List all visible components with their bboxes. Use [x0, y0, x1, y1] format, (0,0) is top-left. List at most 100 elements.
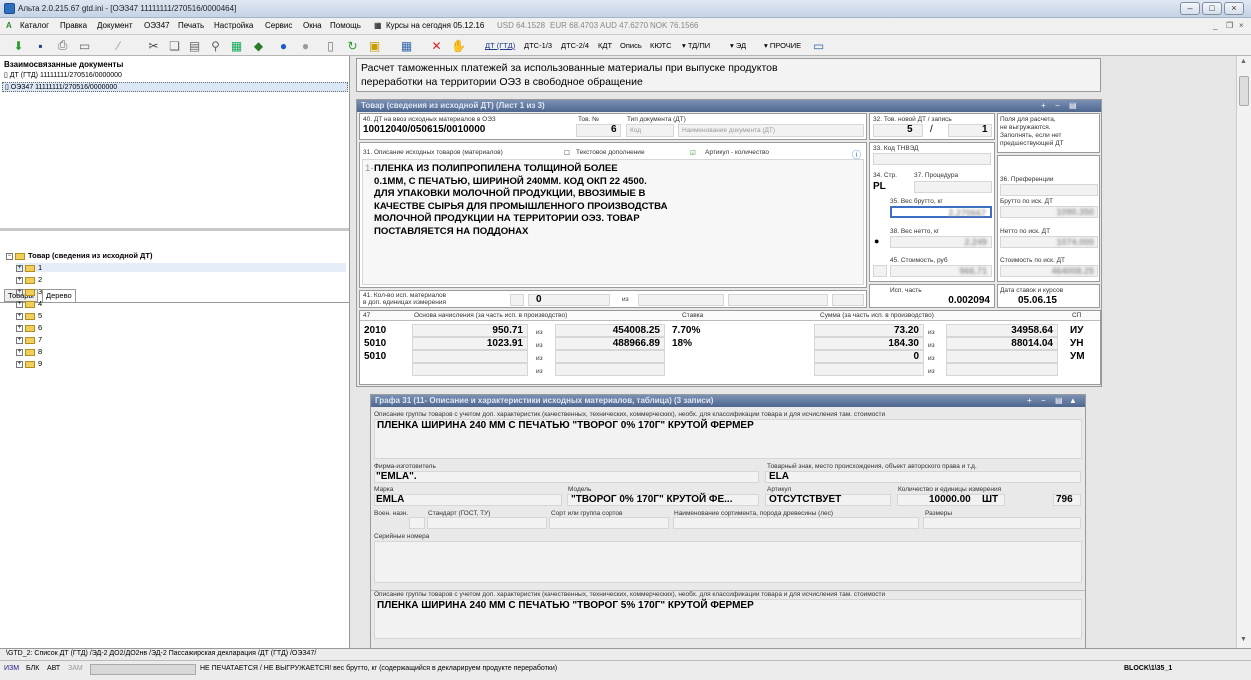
mdi-close-icon[interactable]: × [1239, 21, 1244, 30]
tree-item[interactable]: +8 [16, 347, 42, 356]
tnved-field[interactable] [873, 153, 991, 165]
tree-item[interactable]: +7 [16, 335, 42, 344]
close-button[interactable]: × [1224, 2, 1244, 15]
document-tabs[interactable]: \GTD_2: Список ДТ (ГТД) /ЭД-2 ДО2/ДО2нв … [0, 648, 1251, 660]
serial-field[interactable] [374, 541, 1082, 583]
mdi-min-icon[interactable]: _ [1213, 21, 1217, 30]
t47-rate[interactable]: 7.70% [672, 325, 700, 336]
collapse-icon[interactable]: − [6, 252, 13, 260]
dt-number[interactable]: 10012040/050615/0010000 [363, 124, 485, 135]
save-icon[interactable]: ▪ [32, 37, 49, 54]
book-icon[interactable]: ◆ [250, 37, 267, 54]
related-doc-item[interactable]: ▯ ДТ (ГТД) 11111111/270516/0000000 [4, 71, 122, 79]
radio-dot-icon[interactable]: ● [874, 236, 879, 246]
menu-oez47[interactable]: ОЭЗ47 [144, 21, 170, 30]
doc-type-code[interactable]: Код [626, 124, 674, 137]
scroll-down-icon[interactable]: ▼ [1240, 636, 1247, 643]
btn-dts13[interactable]: ДТС-1/3 [524, 41, 552, 50]
btn-dt-gtd[interactable]: ДТ (ГТД) [485, 41, 515, 50]
tab-tree[interactable]: Дерево [42, 289, 76, 302]
check-icon[interactable]: ☑ [690, 149, 696, 157]
tree-item[interactable]: +6 [16, 323, 42, 332]
menu-windows[interactable]: Окна [303, 21, 322, 30]
tree-root[interactable]: − Товар (сведения из исходной ДТ) [6, 251, 152, 260]
tree-item[interactable]: +3 [16, 287, 42, 296]
hand-icon[interactable]: ✋ [450, 37, 467, 54]
btn-opis[interactable]: Опись [620, 41, 642, 50]
expand-icon[interactable]: + [16, 348, 23, 356]
menu-print[interactable]: Печать [178, 21, 204, 30]
menu-edit[interactable]: Правка [60, 21, 87, 30]
add-record-icon[interactable]: + [1027, 396, 1032, 405]
table-icon[interactable]: ▦ [228, 37, 245, 54]
expand-icon[interactable]: + [16, 312, 23, 320]
expand-icon[interactable]: + [16, 276, 23, 284]
vertical-scrollbar[interactable]: ▲ ▼ [1236, 56, 1251, 648]
tree-item[interactable]: +2 [16, 275, 42, 284]
preferences-field[interactable] [1000, 184, 1098, 196]
expand-icon[interactable]: + [16, 264, 23, 272]
net-weight-field[interactable]: 2.249 [890, 236, 992, 248]
sort-field[interactable] [549, 517, 669, 529]
isp-part-value[interactable]: 0.002094 [948, 295, 990, 306]
tree-item[interactable]: +5 [16, 311, 42, 320]
wand-icon[interactable]: ⁄ [110, 37, 127, 54]
window-icon[interactable]: ▭ [810, 37, 827, 54]
trademark-field[interactable] [765, 471, 1081, 483]
t47-code[interactable]: 2010 [364, 325, 386, 336]
maker-field[interactable] [374, 471, 759, 483]
expand-icon[interactable]: + [16, 360, 23, 368]
rates-label[interactable]: Курсы на сегодня 05.12.16 [386, 21, 484, 30]
gross-weight-input[interactable]: 2.270667 [890, 206, 992, 218]
menu-service[interactable]: Сервис [265, 21, 292, 30]
new-doc-icon[interactable]: ▯ [322, 37, 339, 54]
expand-icon[interactable]: + [16, 324, 23, 332]
text-add-icon[interactable]: ☐ [564, 149, 570, 157]
cut-icon[interactable]: ✂ [145, 37, 162, 54]
collapse-up-icon[interactable]: ▲ [1069, 396, 1077, 405]
btn-prochie[interactable]: ▾ ПРОЧИЕ [764, 41, 801, 50]
remove-record-icon[interactable]: − [1041, 396, 1046, 405]
military-field[interactable] [409, 517, 425, 529]
expand-icon[interactable]: + [16, 300, 23, 308]
btn-kyuts[interactable]: КЮТС [650, 41, 672, 50]
btn-td-pi[interactable]: ▾ ТД/ПИ [682, 41, 710, 50]
form-icon[interactable]: ▣ [366, 37, 383, 54]
paste-icon[interactable]: ▤ [186, 37, 203, 54]
scroll-thumb[interactable] [1239, 76, 1249, 106]
menu-document[interactable]: Документ [97, 21, 133, 30]
fax-icon[interactable]: ▭ [76, 37, 93, 54]
doc-type-name[interactable]: Наименование документа (ДТ) [678, 124, 864, 137]
menu-settings[interactable]: Настройка [214, 21, 253, 30]
menu-catalog[interactable]: Каталог [20, 21, 49, 30]
cost-field[interactable]: 966.71 [890, 265, 992, 277]
country-value[interactable]: PL [873, 181, 886, 192]
table-view-icon[interactable]: ▤ [1055, 396, 1063, 405]
related-doc-item-selected[interactable]: ▯ ОЭЗ47 11111111/270516/0000000 [2, 82, 348, 92]
minimize-button[interactable]: – [1180, 2, 1200, 15]
tree-item[interactable]: +9 [16, 359, 42, 368]
redo-icon[interactable]: ● [297, 37, 314, 54]
document-tab-list[interactable]: \GTD_2: Список ДТ (ГТД) /ЭД-2 ДО2/ДО2нв … [6, 650, 316, 657]
copy-icon[interactable]: ❏ [166, 37, 183, 54]
standard-field[interactable] [427, 517, 547, 529]
table-view-icon[interactable]: ▤ [1069, 101, 1077, 110]
scroll-up-icon[interactable]: ▲ [1240, 58, 1247, 65]
btn-ed[interactable]: ▾ ЭД [730, 41, 746, 50]
t47-code[interactable]: 5010 [364, 351, 386, 362]
t47-rate[interactable]: 18% [672, 338, 692, 349]
refresh-icon[interactable]: ↻ [344, 37, 361, 54]
print-icon[interactable]: ⎙ [54, 37, 71, 54]
find-icon[interactable]: ⚲ [207, 37, 224, 54]
btn-dts24[interactable]: ДТС-2/4 [561, 41, 589, 50]
procedure-field[interactable] [914, 181, 992, 193]
maximize-button[interactable]: □ [1202, 2, 1222, 15]
grid-icon[interactable]: ▦ [398, 37, 415, 54]
splitter[interactable] [0, 228, 349, 231]
remove-record-icon[interactable]: − [1055, 101, 1060, 110]
menu-help[interactable]: Помощь [330, 21, 361, 30]
undo-icon[interactable]: ● [275, 37, 292, 54]
app-menu-icon[interactable]: A [6, 21, 12, 30]
tree-item[interactable]: +1 [16, 263, 346, 272]
mdi-restore-icon[interactable]: ❐ [1226, 21, 1233, 30]
